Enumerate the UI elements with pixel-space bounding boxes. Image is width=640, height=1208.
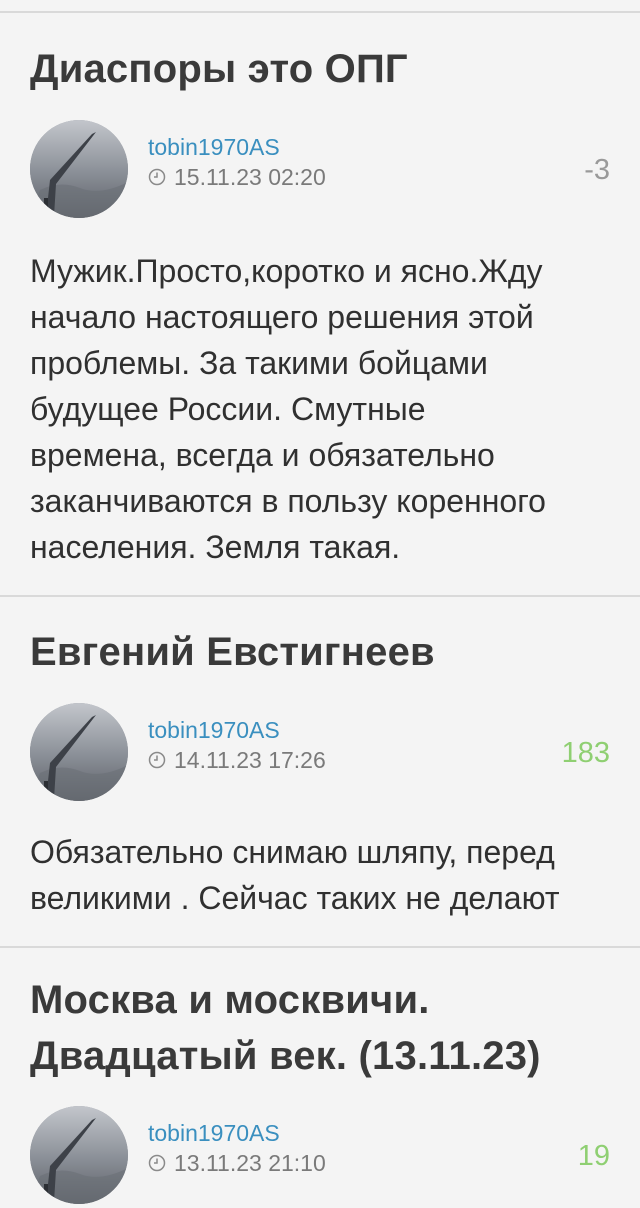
comment-line: Обязательно снимаю шляпу, перед [30,834,555,870]
comment-feed: Диаспоры это ОПГ tobin1970AS 15.11.23 02… [0,0,640,1208]
avatar-image [30,703,128,801]
post-date: 14.11.23 17:26 [148,745,326,775]
comment-body: Мужик.Просто,коротко и ясно.Жду начало н… [30,248,640,570]
clock-icon [148,168,166,186]
avatar[interactable] [30,120,128,218]
post-card[interactable]: Москва и москвичи. Двадцатый век. (13.11… [0,948,640,1204]
author-link[interactable]: tobin1970AS [148,1118,326,1148]
avatar[interactable] [30,703,128,801]
post-card[interactable]: Диаспоры это ОПГ tobin1970AS 15.11.23 02… [0,13,640,570]
post-card[interactable]: Евгений Евстигнеев tobin1970AS 14.11.23 … [0,597,640,921]
author-link[interactable]: tobin1970AS [148,715,326,745]
author-link[interactable]: tobin1970AS [148,132,326,162]
clock-icon [148,1154,166,1172]
post-date-text: 15.11.23 02:20 [174,164,326,190]
post-date-text: 14.11.23 17:26 [174,747,326,773]
clock-icon [148,751,166,769]
comment-line: населения. Земля такая. [30,529,401,565]
comment-body: Обязательно снимаю шляпу, перед великими… [30,829,640,921]
comment-line: будущее России. Смутные [30,391,426,427]
author-row: tobin1970AS 14.11.23 17:26 183 [30,703,640,801]
comment-line: Мужик.Просто,коротко и ясно.Жду [30,253,543,289]
avatar[interactable] [30,1106,128,1204]
author-row: tobin1970AS 13.11.23 21:10 19 [30,1106,640,1204]
post-date: 13.11.23 21:10 [148,1148,326,1178]
post-date-text: 13.11.23 21:10 [174,1150,326,1176]
avatar-image [30,1106,128,1204]
comment-line: начало настоящего решения этой [30,299,534,335]
avatar-image [30,120,128,218]
post-title-line: Москва и москвичи. [30,978,430,1022]
comment-line: великими . Сейчас таких не делают [30,880,560,916]
comment-line: заканчиваются в пользу коренного [30,483,546,519]
post-title-line: Диаспоры это ОПГ [30,47,408,91]
author-meta: tobin1970AS 15.11.23 02:20 [148,132,326,192]
post-title-link[interactable]: Евгений Евстигнеев [30,626,640,678]
comment-line: проблемы. За такими бойцами [30,345,488,381]
author-row: tobin1970AS 15.11.23 02:20 -3 [30,120,640,218]
comment-line: времена, всегда и обязательно [30,437,495,473]
post-title-link[interactable]: Диаспоры это ОПГ [30,43,640,95]
author-meta: tobin1970AS 13.11.23 21:10 [148,1118,326,1178]
post-title-link[interactable]: Москва и москвичи. Двадцатый век. (13.11… [30,972,640,1084]
score-badge: 19 [577,1140,610,1172]
author-meta: tobin1970AS 14.11.23 17:26 [148,715,326,775]
score-badge: -3 [584,154,610,186]
post-date: 15.11.23 02:20 [148,162,326,192]
score-badge: 183 [561,737,610,769]
post-title-line: Евгений Евстигнеев [30,630,435,674]
post-title-line: Двадцатый век. (13.11.23) [30,1034,541,1078]
